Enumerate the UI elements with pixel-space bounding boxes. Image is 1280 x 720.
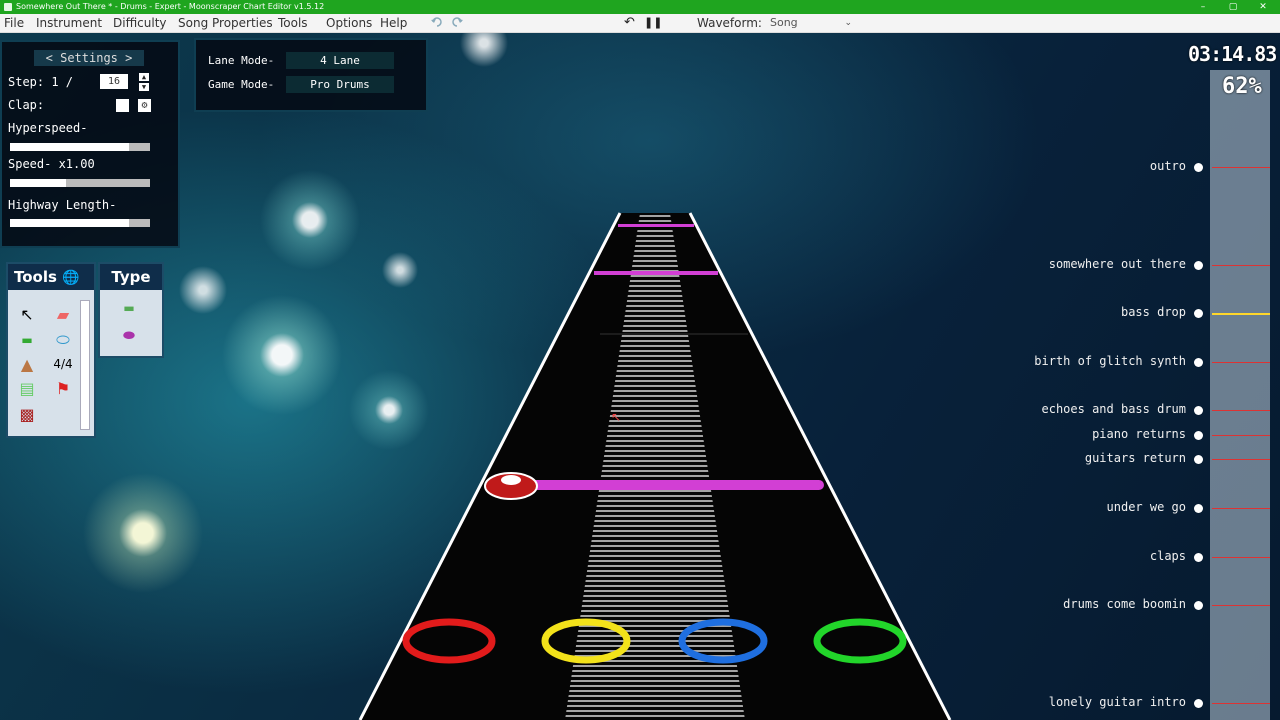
section-marker-dot[interactable]: [1194, 504, 1203, 513]
section-marker-dot[interactable]: [1194, 261, 1203, 270]
note-tool-icon[interactable]: ▬: [16, 330, 38, 350]
clap-checkbox[interactable]: [116, 99, 129, 112]
section-line: [1212, 435, 1270, 436]
kick-note[interactable]: [500, 480, 824, 490]
tools-panel: Tools 🌐 ↖ ▰ ▬ ⬭ ▲ 4/4 ▤ ⚑ ▩: [6, 262, 96, 438]
step-down-icon[interactable]: ▼: [139, 83, 149, 91]
game-mode-select[interactable]: Pro Drums: [286, 76, 394, 93]
step-label: Step: 1 /: [8, 75, 74, 89]
step-input[interactable]: 16: [100, 74, 128, 89]
section-label[interactable]: somewhere out there: [1049, 257, 1186, 271]
speed-slider[interactable]: [10, 179, 150, 187]
section-line: [1212, 410, 1270, 411]
section-label[interactable]: piano returns: [1092, 427, 1186, 441]
section-label[interactable]: lonely guitar intro: [1049, 695, 1186, 709]
section-marker-dot[interactable]: [1194, 553, 1203, 562]
step-up-icon[interactable]: ▲: [139, 73, 149, 81]
section-label[interactable]: echoes and bass drum: [1042, 402, 1187, 416]
section-marker-dot[interactable]: [1194, 163, 1203, 172]
section-line: [1212, 605, 1270, 606]
section-marker-dot[interactable]: [1194, 309, 1203, 318]
section-line: [1212, 459, 1270, 460]
event-flag-tool-icon[interactable]: ⚑: [52, 378, 74, 398]
standard-note-type-icon[interactable]: ▬: [118, 298, 140, 318]
section-label[interactable]: bass drop: [1121, 305, 1186, 319]
section-tool-icon[interactable]: ▤: [16, 378, 38, 398]
section-line: [1212, 557, 1270, 558]
section-line: [1212, 265, 1270, 266]
mode-panel: Lane Mode- 4 Lane Game Mode- Pro Drums: [194, 38, 428, 112]
kick-note-type-icon[interactable]: ⬬: [118, 326, 140, 346]
hyperspeed-slider[interactable]: [10, 143, 150, 151]
section-line: [1212, 703, 1270, 704]
lane-mode-select[interactable]: 4 Lane: [286, 52, 394, 69]
section-marker-dot[interactable]: [1194, 455, 1203, 464]
cursor-tool-icon[interactable]: ↖: [16, 304, 38, 324]
tools-header: Tools 🌐: [8, 264, 94, 290]
game-mode-label: Game Mode-: [208, 78, 275, 91]
highway-length-slider[interactable]: [10, 219, 150, 227]
section-line: [1212, 167, 1270, 168]
section-label[interactable]: guitars return: [1085, 451, 1186, 465]
speed-fill: [10, 179, 66, 187]
section-marker-dot[interactable]: [1194, 601, 1203, 610]
section-marker-dot[interactable]: [1194, 406, 1203, 415]
section-line: [1212, 362, 1270, 363]
section-label[interactable]: drums come boomin: [1063, 597, 1186, 611]
section-label[interactable]: claps: [1150, 549, 1186, 563]
speed-label: Speed- x1.00: [8, 157, 95, 171]
clap-settings-icon[interactable]: ⚙: [138, 99, 151, 112]
hyperspeed-fill: [10, 143, 129, 151]
red-note-cap: [501, 475, 521, 485]
hyperspeed-label: Hyperspeed-: [8, 121, 88, 135]
section-marker-dot[interactable]: [1194, 699, 1203, 708]
tools-scrollbar[interactable]: [80, 300, 90, 430]
type-panel: Type ▬ ⬬: [98, 262, 164, 358]
eraser-tool-icon[interactable]: ▰: [52, 304, 74, 324]
highway-length-label: Highway Length-: [8, 198, 117, 212]
song-progress-percent: 62%: [1222, 74, 1262, 99]
section-label[interactable]: under we go: [1107, 500, 1186, 514]
cursor-icon: ↖: [611, 410, 621, 424]
timesignature-tool-icon[interactable]: 4/4: [52, 354, 74, 374]
kick-note[interactable]: [594, 271, 718, 275]
kick-note[interactable]: [618, 224, 694, 227]
settings-header[interactable]: < Settings >: [34, 50, 144, 66]
metronome-bpm-tool-icon[interactable]: ▲: [16, 354, 38, 374]
clap-label: Clap:: [8, 98, 45, 112]
globe-icon: 🌐: [62, 270, 80, 286]
section-label[interactable]: outro: [1150, 159, 1186, 173]
section-marker-dot[interactable]: [1194, 358, 1203, 367]
section-label[interactable]: birth of glitch synth: [1034, 354, 1186, 368]
current-position-line: [1212, 313, 1270, 315]
drum-tool-icon[interactable]: ▩: [16, 404, 38, 424]
song-time: 03:14.83: [1188, 42, 1277, 66]
highway-length-fill: [10, 219, 129, 227]
settings-panel: < Settings > Step: 1 / 16 ▲ ▼ Clap: ⚙ Hy…: [0, 40, 180, 248]
section-line: [1212, 508, 1270, 509]
starpower-tool-icon[interactable]: ⬭: [52, 330, 74, 350]
type-header: Type: [100, 264, 162, 290]
tools-title: Tools: [14, 268, 57, 286]
section-marker-dot[interactable]: [1194, 431, 1203, 440]
lane-mode-label: Lane Mode-: [208, 54, 275, 67]
